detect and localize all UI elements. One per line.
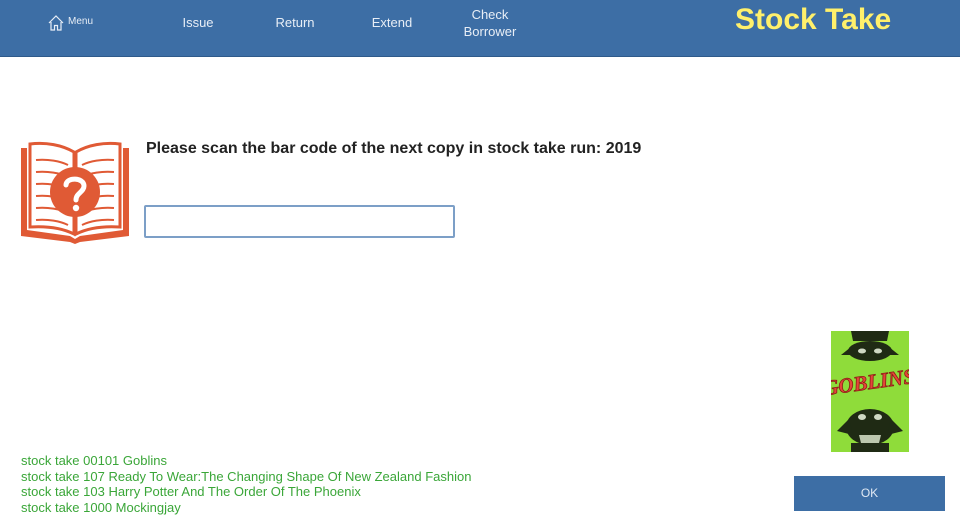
- scan-prompt: Please scan the bar code of the next cop…: [146, 140, 642, 157]
- stock-take-log: stock take 00101 Goblins stock take 107 …: [21, 453, 761, 515]
- home-icon: [48, 15, 64, 31]
- log-entry: stock take 107 Ready To Wear:The Changin…: [21, 468, 472, 484]
- page-title: Stock Take: [735, 3, 892, 36]
- top-nav-bar: Menu Issue Return Extend Check Borrower …: [0, 0, 960, 57]
- log-entry: stock take 103 Harry Potter And The Orde…: [21, 484, 361, 499]
- ok-button[interactable]: OK: [794, 476, 945, 511]
- nav-check-borrower[interactable]: Check Borrower: [450, 6, 530, 40]
- log-entry: stock take 00101 Goblins: [21, 453, 167, 468]
- book-question-icon: [21, 141, 129, 244]
- log-entry: stock take 1000 Mockingjay: [21, 499, 181, 515]
- nav-issue[interactable]: Issue: [168, 15, 228, 30]
- nav-menu-label: Menu: [68, 16, 94, 27]
- barcode-input[interactable]: [144, 205, 455, 238]
- nav-menu[interactable]: Menu: [44, 10, 104, 40]
- nav-return[interactable]: Return: [265, 15, 325, 30]
- book-cover-image: GOBLINS: [831, 331, 909, 452]
- nav-extend[interactable]: Extend: [362, 15, 422, 30]
